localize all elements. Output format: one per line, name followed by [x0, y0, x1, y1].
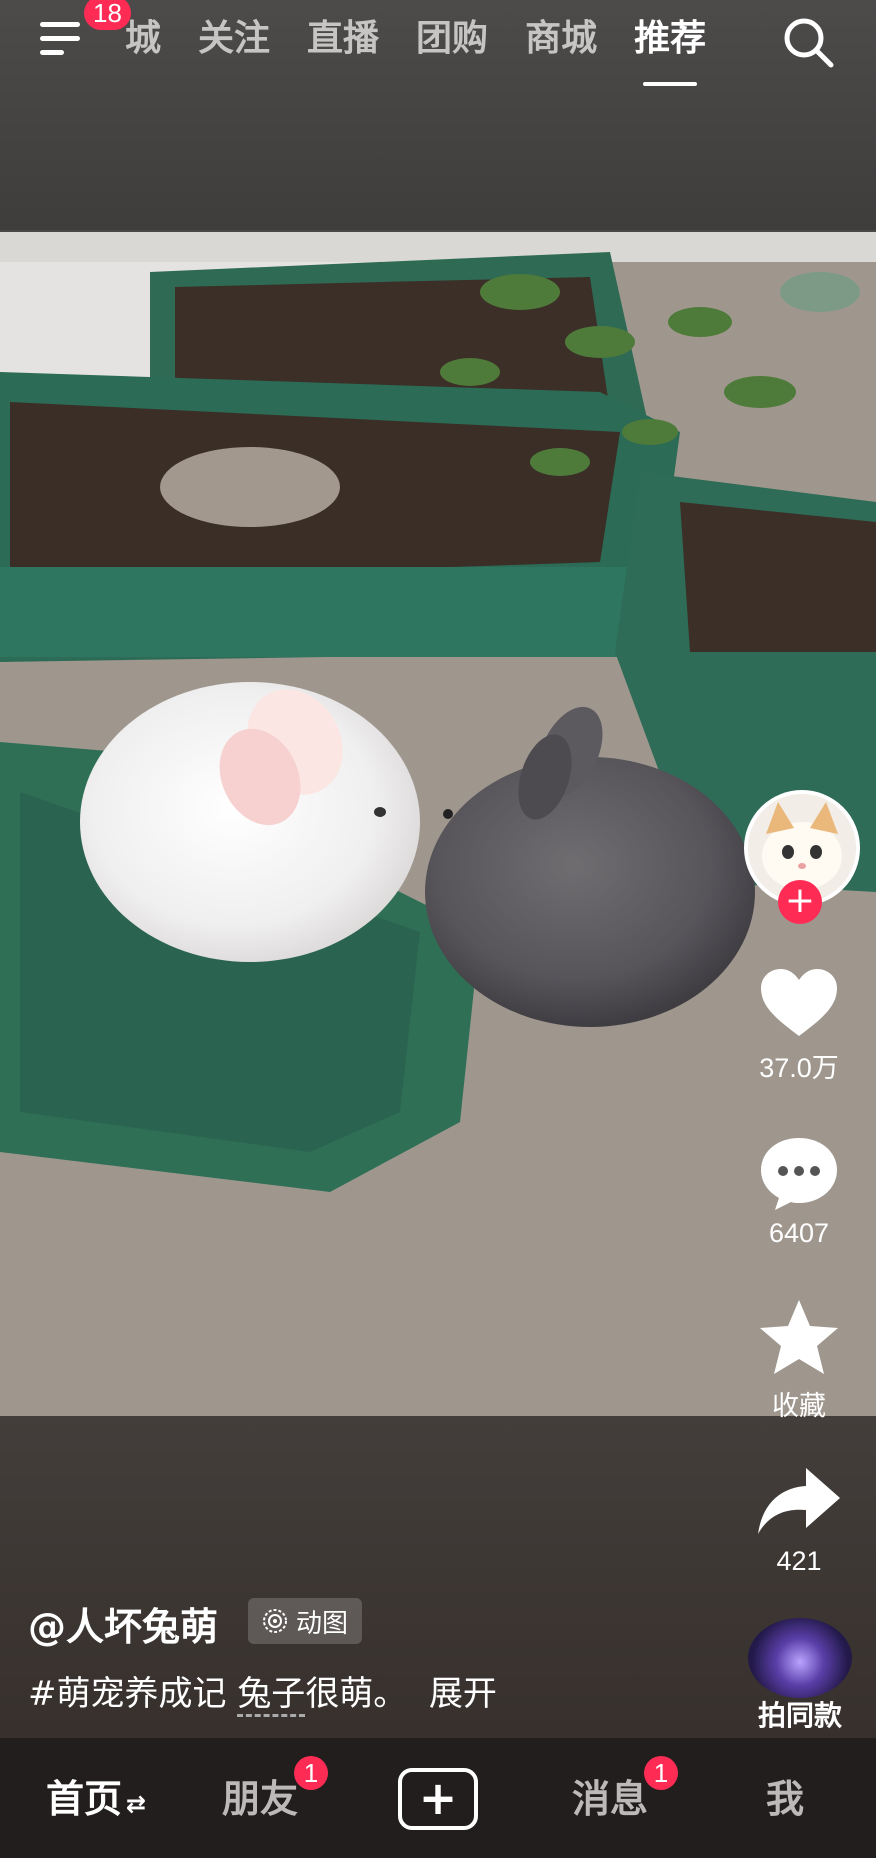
- caption-linked-word[interactable]: 兔子: [237, 1674, 306, 1717]
- caption-text: 很萌。: [305, 1674, 408, 1714]
- like-action[interactable]: 37.0万: [744, 968, 854, 1085]
- tab-live[interactable]: 直播: [307, 14, 379, 64]
- create-button[interactable]: +: [398, 1768, 478, 1830]
- author-name[interactable]: @人坏兔萌: [28, 1596, 218, 1651]
- heart-icon: [761, 969, 837, 1036]
- format-label: 动图: [296, 1608, 349, 1639]
- nav-me-label: 我: [766, 1777, 805, 1821]
- nav-friends-label: 朋友: [222, 1777, 299, 1821]
- top-tabs: 城 关注 直播 团购 商城 推荐: [125, 14, 706, 86]
- favorite-label: 收藏: [772, 1391, 826, 1421]
- comment-icon: [761, 1138, 837, 1210]
- animated-image-icon: [263, 1609, 287, 1633]
- share-count: 421: [776, 1546, 822, 1576]
- music-disc-icon: [748, 1618, 852, 1698]
- expand-link[interactable]: 展开: [429, 1674, 497, 1714]
- nav-messages[interactable]: 消息: [572, 1768, 648, 1823]
- plus-icon: +: [784, 880, 816, 921]
- tab-group-buy[interactable]: 团购: [416, 14, 488, 64]
- messages-badge: 1: [644, 1756, 678, 1790]
- search-icon[interactable]: [780, 14, 836, 70]
- caption-hashtag[interactable]: #萌宠养成记: [28, 1674, 227, 1714]
- tab-city[interactable]: 城: [125, 14, 161, 64]
- switch-icon: ⇄: [126, 1790, 147, 1818]
- menu-icon-line: [40, 50, 64, 55]
- favorite-action[interactable]: 收藏: [744, 1298, 854, 1423]
- menu-notification-badge: 18: [84, 0, 131, 30]
- star-icon: [760, 1300, 838, 1374]
- format-chip[interactable]: 动图: [248, 1598, 363, 1644]
- tab-following[interactable]: 关注: [198, 14, 270, 64]
- share-icon: [758, 1468, 840, 1534]
- same-style-button[interactable]: 拍同款: [746, 1618, 854, 1734]
- comment-count: 6407: [768, 1218, 830, 1248]
- nav-friends[interactable]: 朋友: [222, 1768, 298, 1823]
- plus-icon: +: [418, 1771, 458, 1825]
- nav-home-label: 首页: [46, 1777, 123, 1821]
- tab-mall[interactable]: 商城: [525, 14, 597, 64]
- follow-button[interactable]: +: [778, 880, 822, 924]
- menu-icon: [40, 22, 80, 27]
- same-style-label: 拍同款: [757, 1699, 842, 1732]
- comment-action[interactable]: 6407: [744, 1136, 854, 1249]
- menu-icon-line: [40, 36, 80, 41]
- nav-me[interactable]: 我: [766, 1768, 804, 1823]
- like-count: 37.0万: [759, 1053, 839, 1083]
- share-action[interactable]: 421: [744, 1466, 854, 1577]
- friends-badge: 1: [294, 1756, 328, 1790]
- menu-button[interactable]: [40, 18, 88, 60]
- tab-recommend[interactable]: 推荐: [634, 14, 706, 86]
- top-bar: 18 城 关注 直播 团购 商城 推荐: [0, 0, 876, 230]
- bottom-navigation: 首页 ⇄ 朋友 1 + 消息 1 我: [0, 1738, 876, 1858]
- video-caption: #萌宠养成记 兔子很萌。 展开: [28, 1666, 497, 1717]
- nav-home[interactable]: 首页 ⇄: [46, 1768, 146, 1823]
- nav-messages-label: 消息: [572, 1777, 649, 1821]
